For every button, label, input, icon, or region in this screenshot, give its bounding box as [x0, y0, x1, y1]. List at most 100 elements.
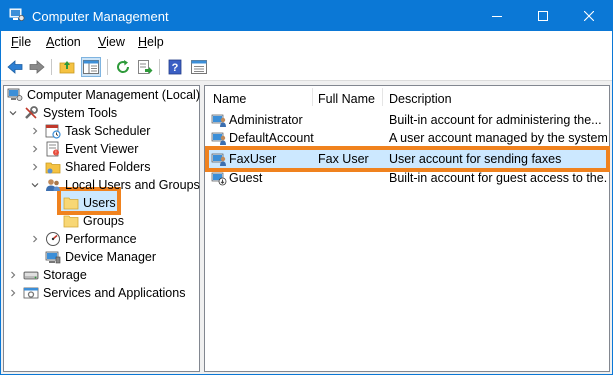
refresh-button[interactable]: [113, 57, 133, 77]
tools-icon: [23, 105, 39, 121]
folder-up-icon: [59, 61, 75, 74]
tree-item-event-viewer[interactable]: ! Event Viewer: [29, 140, 138, 158]
performance-icon: [45, 231, 61, 247]
refresh-icon: [117, 60, 130, 73]
column-divider[interactable]: [312, 88, 313, 106]
cell-name: Guest: [229, 171, 263, 185]
cell-name: DefaultAccount: [229, 131, 314, 145]
cell-name: FaxUser: [229, 152, 277, 166]
maximize-button[interactable]: [520, 1, 566, 31]
tree-label: Local Users and Groups: [65, 178, 200, 192]
tree-label: Services and Applications: [43, 286, 186, 300]
computer-management-window: Computer Management File Action View Hel…: [0, 0, 613, 375]
toolbar-separator: [107, 59, 108, 75]
services-icon: [23, 285, 39, 301]
close-button[interactable]: [566, 1, 612, 31]
toolbar: ?: [1, 53, 612, 81]
back-button[interactable]: [5, 57, 25, 77]
close-icon: [584, 11, 594, 21]
user-icon: [211, 130, 227, 146]
chevron-right-icon[interactable]: [29, 125, 41, 137]
tree-item-computer-management[interactable]: Computer Management (Local): [7, 86, 200, 104]
tree-item-local-users-groups[interactable]: Local Users and Groups: [29, 176, 200, 194]
tree-item-storage[interactable]: Storage: [7, 266, 87, 284]
users-group-icon: [45, 177, 61, 193]
chevron-right-icon[interactable]: [7, 269, 19, 281]
up-one-level-button[interactable]: [57, 57, 77, 77]
user-icon: [211, 112, 227, 128]
menu-view[interactable]: View: [98, 35, 125, 49]
help-book-icon: ?: [168, 59, 182, 75]
tree-item-users[interactable]: Users: [63, 194, 116, 212]
back-arrow-icon: [7, 60, 23, 74]
cell-description: User account for sending faxes: [389, 152, 562, 166]
table-row[interactable]: DefaultAccount A user account managed by…: [208, 129, 608, 147]
forward-arrow-icon: [29, 60, 45, 74]
table-row[interactable]: Guest Built-in account for guest access …: [208, 169, 608, 187]
tree-label: Users: [83, 196, 116, 210]
tree-item-device-manager[interactable]: Device Manager: [45, 248, 156, 266]
cell-name: Administrator: [229, 113, 303, 127]
tree-label: Groups: [83, 214, 124, 228]
tree-label: Shared Folders: [65, 160, 151, 174]
folder-icon: [63, 195, 79, 211]
minimize-icon: [492, 16, 502, 17]
window-title: Computer Management: [32, 9, 169, 24]
console-tree-icon: [83, 60, 99, 74]
menu-bar: File Action View Help: [1, 31, 612, 53]
user-list-pane[interactable]: Name Full Name Description Administrator…: [204, 85, 610, 372]
minimize-button[interactable]: [474, 1, 520, 31]
menu-file[interactable]: File: [11, 35, 31, 49]
tree-item-groups[interactable]: Groups: [63, 212, 124, 230]
forward-button[interactable]: [27, 57, 47, 77]
folder-icon: [63, 213, 79, 229]
disabled-user-icon: [211, 170, 227, 186]
computer-management-icon: [9, 8, 25, 22]
column-header-full-name[interactable]: Full Name: [318, 92, 375, 106]
device-manager-icon: [45, 249, 61, 265]
column-header-description[interactable]: Description: [389, 92, 452, 106]
cell-description: Built-in account for guest access to the…: [389, 171, 607, 185]
shared-folder-icon: [45, 159, 61, 175]
storage-icon: [23, 267, 39, 283]
event-viewer-icon: !: [45, 141, 61, 157]
tree-item-services-apps[interactable]: Services and Applications: [7, 284, 185, 302]
help-button[interactable]: ?: [165, 57, 185, 77]
toolbar-separator: [51, 59, 52, 75]
tree-item-system-tools[interactable]: System Tools: [7, 104, 117, 122]
column-header-name[interactable]: Name: [213, 92, 246, 106]
toolbar-separator: [159, 59, 160, 75]
chevron-right-icon[interactable]: [29, 233, 41, 245]
chevron-down-icon[interactable]: [29, 179, 41, 191]
title-bar[interactable]: Computer Management: [1, 1, 612, 31]
export-list-button[interactable]: [135, 57, 155, 77]
chevron-right-icon[interactable]: [29, 143, 41, 155]
svg-text:?: ?: [172, 62, 179, 74]
chevron-down-icon[interactable]: [7, 107, 19, 119]
tree-label: Task Scheduler: [65, 124, 151, 138]
maximize-icon: [538, 11, 548, 21]
tree-label: Event Viewer: [65, 142, 139, 156]
show-hide-console-tree-button[interactable]: [81, 57, 101, 77]
chevron-right-icon[interactable]: [29, 161, 41, 173]
properties-button[interactable]: [189, 57, 209, 77]
table-row[interactable]: Administrator Built-in account for admin…: [208, 111, 608, 129]
menu-action[interactable]: Action: [46, 35, 81, 49]
properties-icon: [191, 60, 207, 74]
tree-label: Computer Management (Local): [27, 88, 200, 102]
task-scheduler-icon: [45, 123, 61, 139]
table-row-selected[interactable]: FaxUser Fax User User account for sendin…: [208, 150, 608, 168]
menu-help[interactable]: Help: [138, 35, 164, 49]
tree-label: System Tools: [43, 106, 118, 120]
cell-description: Built-in account for administering the..…: [389, 113, 602, 127]
column-divider[interactable]: [382, 88, 383, 106]
svg-text:!: !: [55, 151, 56, 157]
cell-full-name: Fax User: [318, 152, 369, 166]
tree-item-task-scheduler[interactable]: Task Scheduler: [29, 122, 150, 140]
tree-label: Device Manager: [65, 250, 157, 264]
chevron-right-icon[interactable]: [7, 287, 19, 299]
tree-label: Performance: [65, 232, 137, 246]
tree-item-performance[interactable]: Performance: [29, 230, 137, 248]
export-list-icon: [138, 60, 153, 74]
tree-item-shared-folders[interactable]: Shared Folders: [29, 158, 150, 176]
